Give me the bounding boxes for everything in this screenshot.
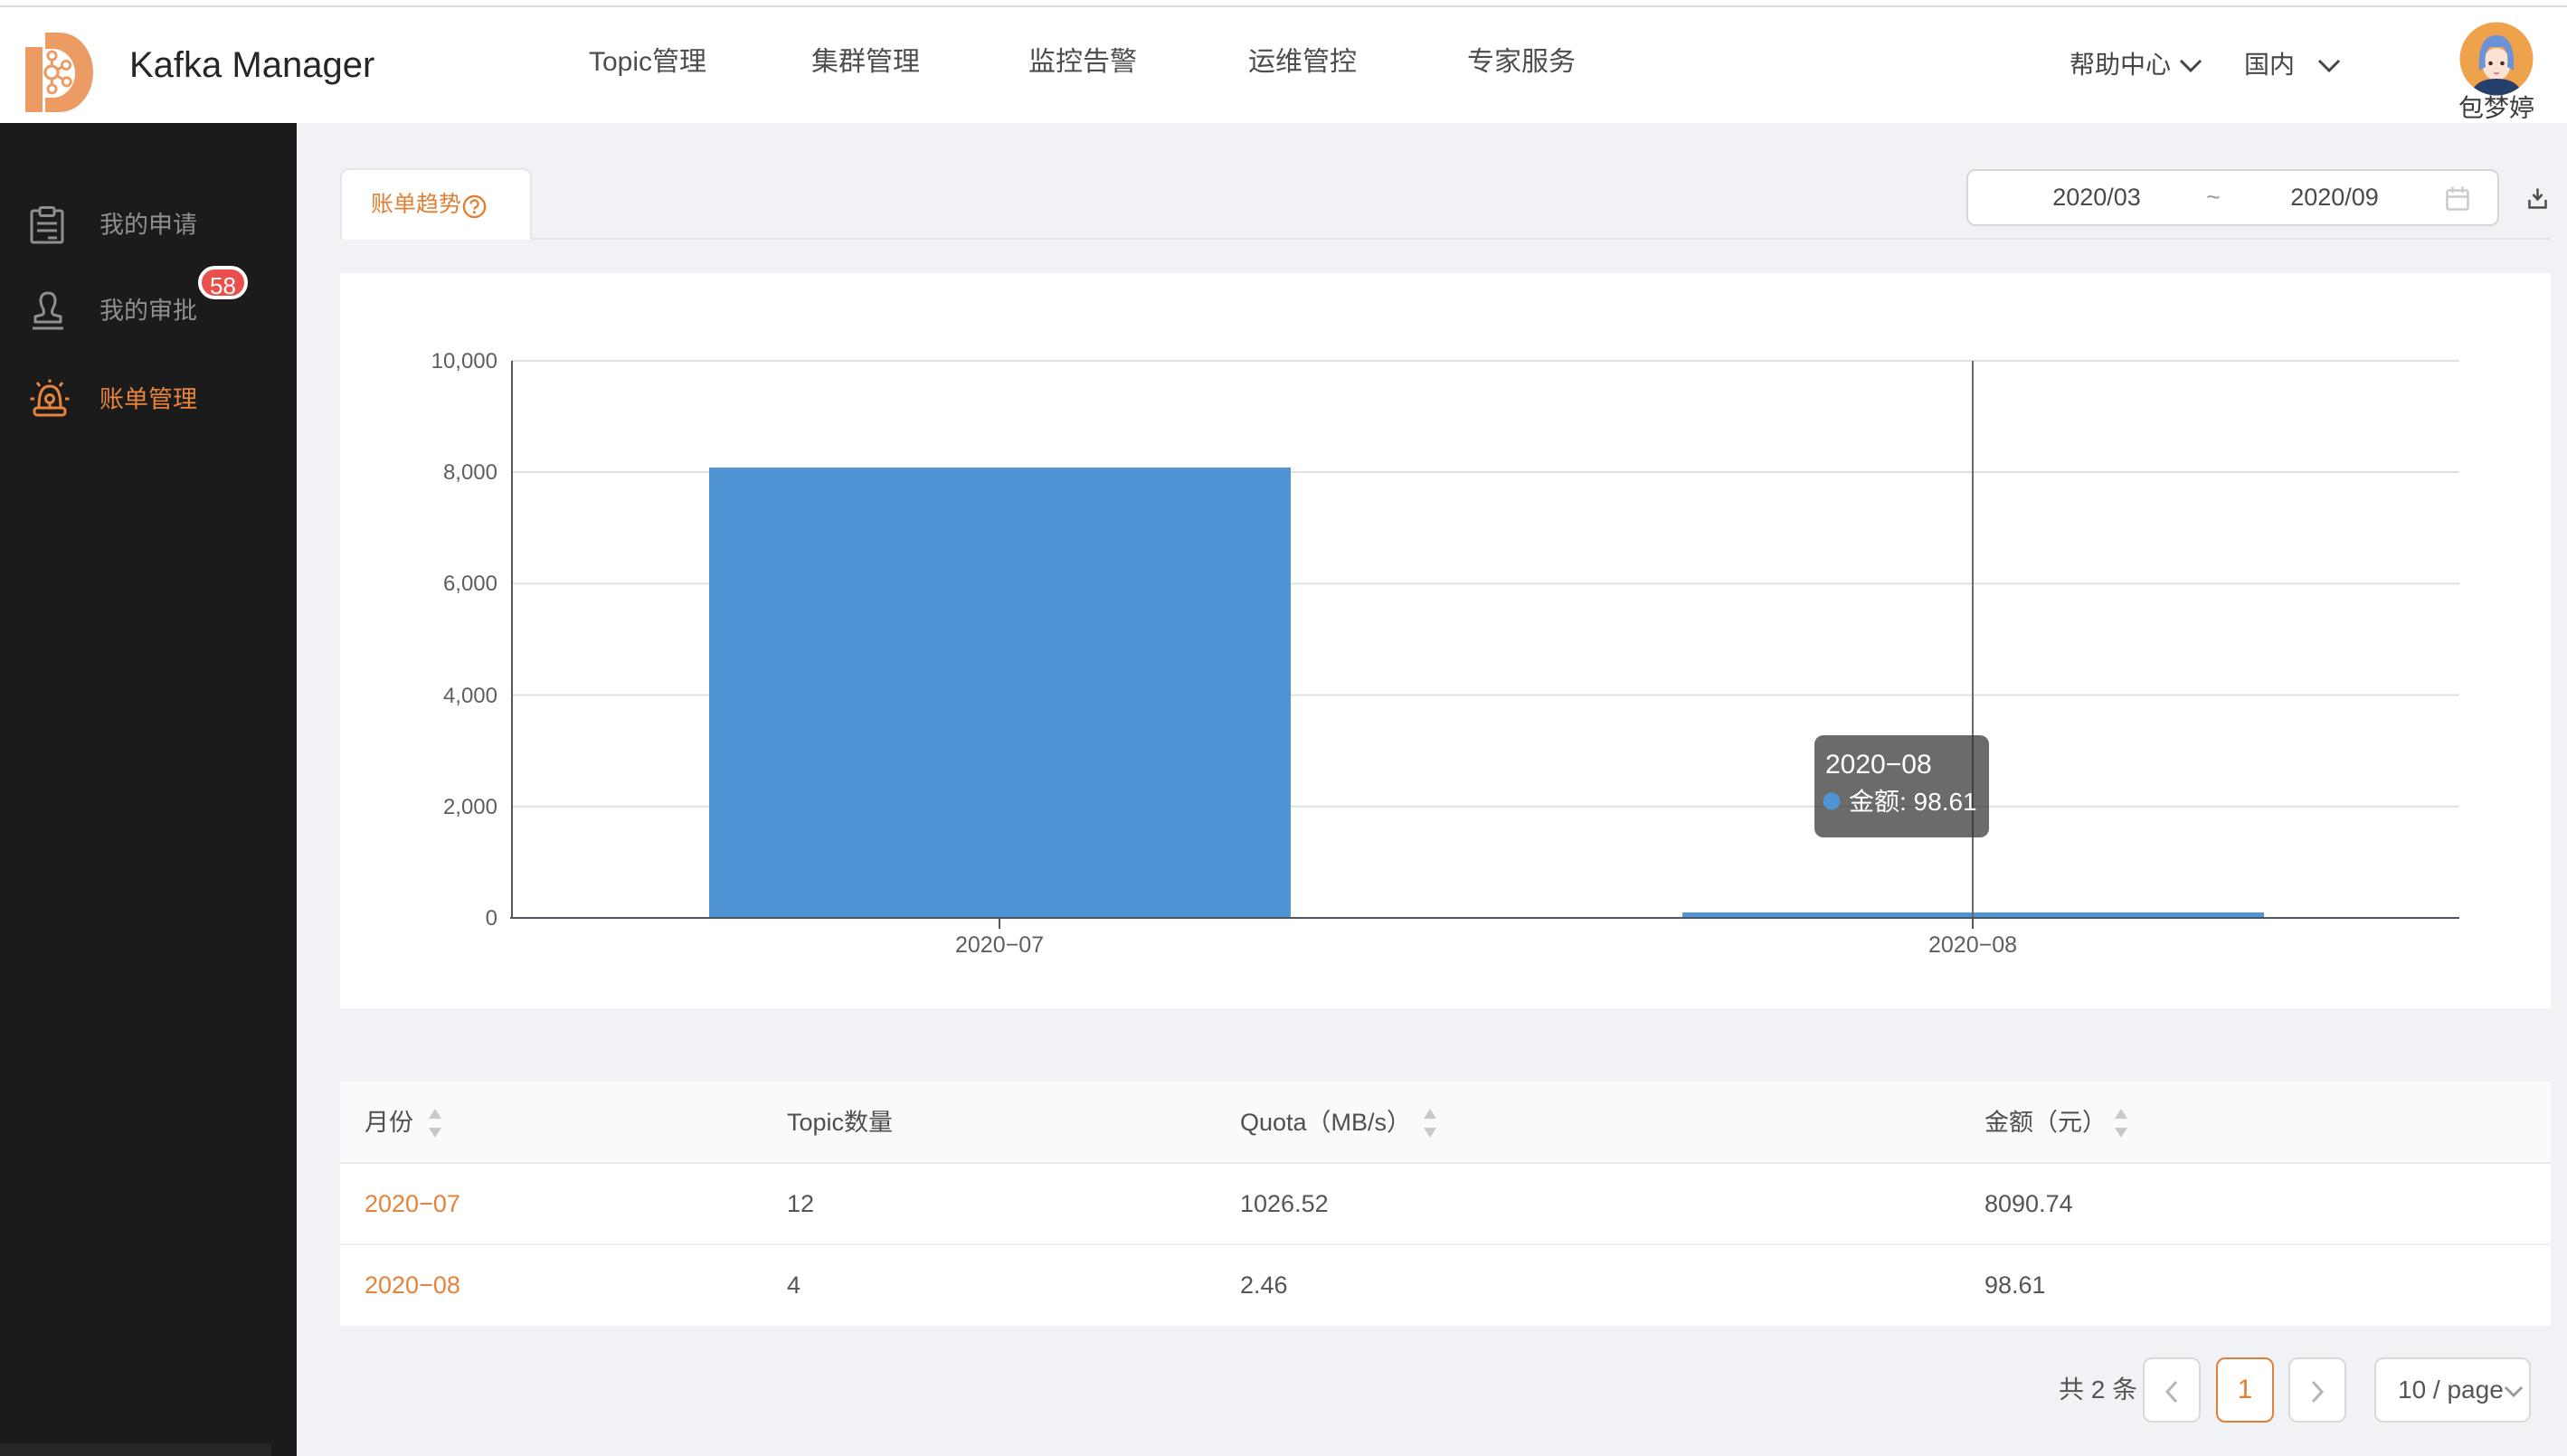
svg-text:金额: 98.61: 金额: 98.61: [1849, 788, 1977, 816]
svg-text:2,000: 2,000: [443, 795, 497, 819]
svg-text:10,000: 10,000: [431, 349, 497, 373]
svg-text:2020−08: 2020−08: [1928, 932, 2017, 958]
svg-text:0: 0: [486, 906, 497, 931]
svg-text:8,000: 8,000: [443, 460, 497, 485]
svg-text:4,000: 4,000: [443, 684, 497, 708]
svg-text:2020−08: 2020−08: [1825, 750, 1932, 780]
svg-text:6,000: 6,000: [443, 572, 497, 596]
svg-text:2020−07: 2020−07: [955, 932, 1044, 958]
